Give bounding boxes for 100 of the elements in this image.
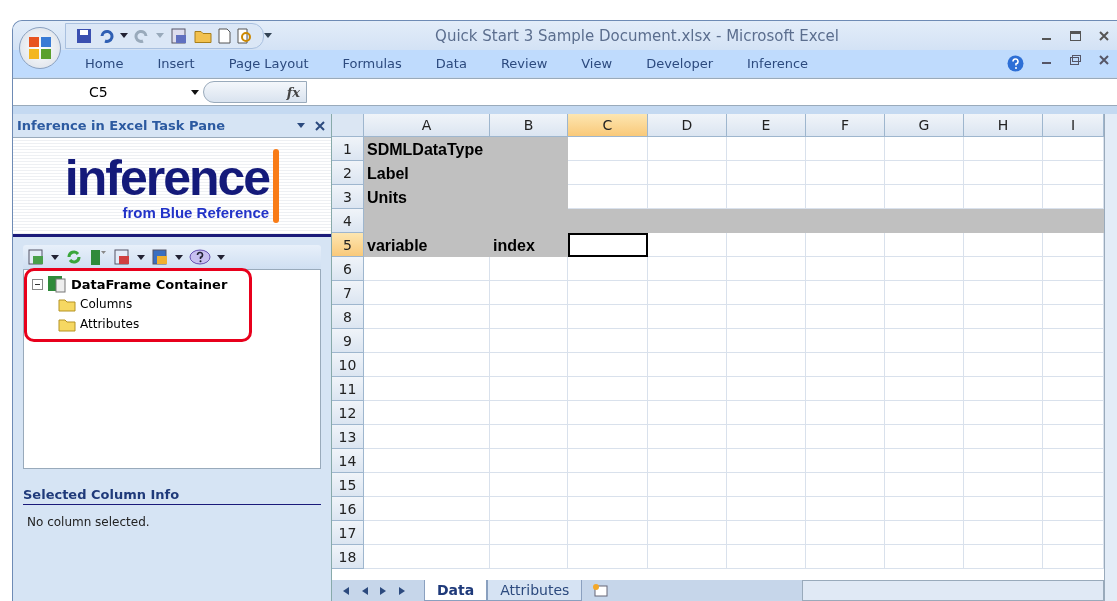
grid-cell[interactable]	[490, 353, 568, 377]
grid-cell[interactable]	[806, 305, 885, 329]
close-icon[interactable]	[315, 120, 325, 131]
grid-cell[interactable]	[727, 305, 806, 329]
previous-sheet-icon[interactable]	[342, 586, 349, 595]
grid-cell[interactable]	[364, 401, 490, 425]
horizontal-scrollbar[interactable]	[802, 580, 1104, 601]
grid-cell[interactable]	[1043, 257, 1104, 281]
grid-cell[interactable]	[806, 257, 885, 281]
grid-cell[interactable]	[885, 497, 964, 521]
grid-cell[interactable]	[648, 545, 727, 569]
edit-icon[interactable]	[151, 248, 169, 266]
grid-cell[interactable]	[568, 377, 648, 401]
row-header[interactable]: 10	[332, 353, 364, 377]
grid-cell[interactable]	[490, 329, 568, 353]
grid-cell[interactable]	[806, 233, 885, 257]
undo-icon[interactable]	[98, 27, 114, 44]
grid-cell[interactable]	[727, 185, 806, 209]
grid-cell[interactable]	[806, 353, 885, 377]
grid-cell[interactable]	[490, 449, 568, 473]
grid-cell[interactable]	[648, 233, 727, 257]
help-icon[interactable]	[189, 249, 211, 265]
column-header[interactable]: E	[727, 114, 806, 137]
grid-cell[interactable]	[568, 137, 648, 161]
cell-text[interactable]: Label	[364, 161, 490, 185]
row-header[interactable]: 11	[332, 377, 364, 401]
grid-cell[interactable]	[1043, 305, 1104, 329]
ribbon-tab[interactable]: Data	[435, 56, 467, 71]
document-icon[interactable]	[170, 26, 188, 45]
grid-cell[interactable]	[568, 161, 648, 185]
grid-cell[interactable]	[490, 377, 568, 401]
name-box[interactable]: C5	[13, 80, 203, 104]
grid-cell[interactable]	[648, 329, 727, 353]
grid-cell[interactable]	[490, 497, 568, 521]
pane-menu-caret-icon[interactable]	[297, 123, 305, 128]
grid-cell[interactable]	[364, 257, 490, 281]
grid-cell[interactable]	[727, 425, 806, 449]
grid-cell[interactable]	[885, 449, 964, 473]
ribbon-tab[interactable]: Review	[500, 56, 548, 71]
grid-cell[interactable]	[568, 497, 648, 521]
active-cell[interactable]	[568, 233, 648, 257]
grid-cell[interactable]	[727, 473, 806, 497]
grid-cell[interactable]	[885, 137, 964, 161]
grid-cell[interactable]	[648, 377, 727, 401]
grid-cell[interactable]	[648, 449, 727, 473]
grid-cell[interactable]	[806, 545, 885, 569]
grid-cell[interactable]	[1043, 353, 1104, 377]
previous-sheet-icon[interactable]	[361, 586, 368, 595]
grid-cell[interactable]	[1043, 209, 1104, 233]
grid-cell[interactable]	[727, 137, 806, 161]
row-header[interactable]: 17	[332, 521, 364, 545]
grid-cell[interactable]	[964, 425, 1043, 449]
grid-cell[interactable]	[490, 425, 568, 449]
row-header[interactable]: 3	[332, 185, 364, 209]
grid-cell[interactable]	[490, 305, 568, 329]
grid-cell[interactable]	[885, 353, 964, 377]
grid-cell[interactable]	[568, 401, 648, 425]
grid-cell[interactable]	[648, 281, 727, 305]
export-icon[interactable]	[113, 248, 131, 266]
next-sheet-icon[interactable]	[380, 586, 387, 595]
grid-cell[interactable]	[806, 377, 885, 401]
grid-cell[interactable]	[1043, 497, 1104, 521]
grid-cell[interactable]	[964, 233, 1043, 257]
ribbon-tab[interactable]: Page Layout	[228, 56, 309, 71]
dropdown-caret-icon[interactable]	[191, 89, 199, 95]
grid-cell[interactable]	[364, 281, 490, 305]
grid-cell[interactable]	[568, 545, 648, 569]
grid-cell[interactable]	[364, 545, 490, 569]
page-icon[interactable]	[218, 27, 231, 44]
row-header[interactable]: 2	[332, 161, 364, 185]
grid-cell[interactable]	[964, 305, 1043, 329]
grid-cell[interactable]	[364, 497, 490, 521]
refresh-icon[interactable]	[65, 248, 83, 266]
grid-cell[interactable]	[885, 281, 964, 305]
grid-cell[interactable]	[648, 497, 727, 521]
grid-cell[interactable]	[806, 137, 885, 161]
grid-cell[interactable]	[648, 473, 727, 497]
grid-cell[interactable]	[727, 233, 806, 257]
ribbon-tab[interactable]: Formulas	[342, 56, 402, 71]
customize-caret-icon[interactable]	[264, 33, 272, 38]
grid-cell[interactable]	[727, 257, 806, 281]
grid-cell[interactable]	[727, 353, 806, 377]
cell-text[interactable]: variable	[364, 233, 490, 257]
row-header[interactable]: 7	[332, 281, 364, 305]
grid-cell[interactable]	[490, 521, 568, 545]
grid-cell[interactable]	[727, 161, 806, 185]
import-icon[interactable]	[27, 248, 45, 266]
row-header[interactable]: 4	[332, 209, 364, 233]
grid-cell[interactable]	[1043, 521, 1104, 545]
grid-cell[interactable]	[1043, 401, 1104, 425]
redo-icon[interactable]	[134, 27, 150, 44]
grid-cell[interactable]	[648, 305, 727, 329]
grid-cell[interactable]	[364, 425, 490, 449]
grid-cell[interactable]	[964, 473, 1043, 497]
grid-cell[interactable]	[964, 161, 1043, 185]
grid-cell[interactable]	[964, 497, 1043, 521]
grid-cell[interactable]	[806, 401, 885, 425]
grid-cell[interactable]	[648, 185, 727, 209]
insert-function-button[interactable]: fx	[203, 81, 307, 103]
grid-cell[interactable]	[964, 329, 1043, 353]
